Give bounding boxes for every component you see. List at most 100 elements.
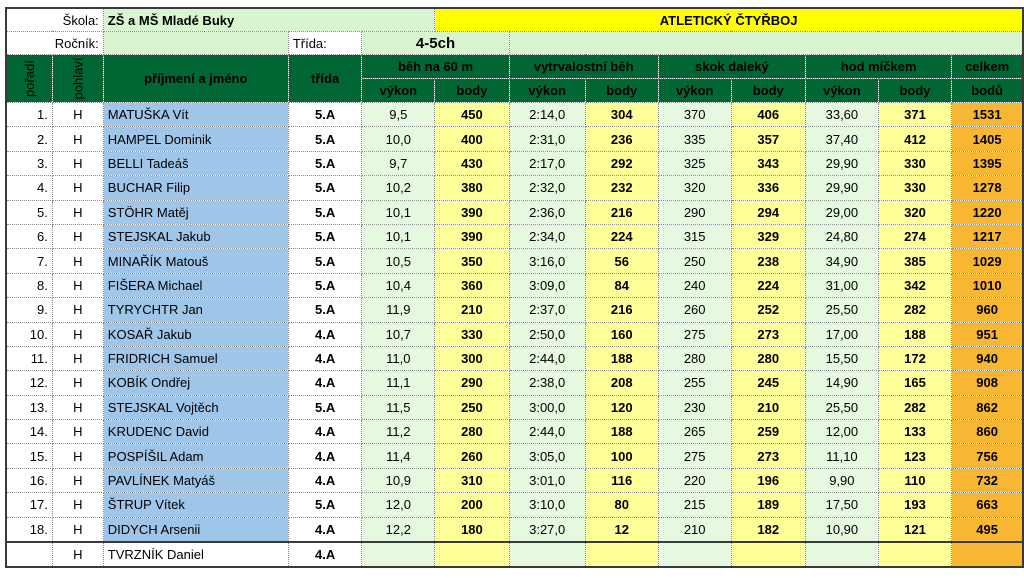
sprint-points-cell[interactable]: 210 [434, 297, 510, 323]
ball-throw-performance-cell[interactable]: 33,60 [805, 102, 879, 128]
sprint-performance-cell[interactable]: 9,5 [361, 102, 436, 128]
gender-cell[interactable]: H [52, 517, 104, 543]
ball-throw-performance-cell[interactable]: 10,90 [805, 517, 879, 543]
class-value[interactable]: 4-5ch [361, 31, 510, 55]
ball-throw-performance-cell[interactable]: 12,00 [805, 419, 879, 445]
class-cell[interactable]: 5.A [288, 297, 363, 323]
sprint-performance-cell[interactable]: 10,0 [361, 126, 436, 152]
rank-cell[interactable]: 16. [6, 468, 53, 494]
ball-throw-points-cell[interactable]: 330 [878, 151, 953, 177]
endurance-performance-cell[interactable]: 3:16,0 [509, 248, 586, 274]
rank-cell[interactable]: 17. [6, 492, 53, 518]
sprint-points-cell[interactable]: 200 [434, 492, 510, 518]
gender-cell[interactable]: H [52, 395, 104, 421]
gender-cell[interactable]: H [52, 322, 104, 347]
endurance-performance-cell[interactable]: 2:31,0 [509, 126, 586, 152]
endurance-performance-cell[interactable]: 3:05,0 [509, 443, 586, 469]
endurance-performance-cell[interactable]: 2:37,0 [509, 297, 586, 323]
sprint-performance-cell[interactable]: 10,4 [361, 273, 436, 299]
long-jump-points-cell[interactable]: 273 [731, 443, 806, 469]
long-jump-performance-cell[interactable] [658, 541, 732, 568]
long-jump-performance-cell[interactable]: 265 [658, 419, 732, 445]
long-jump-points-cell[interactable]: 406 [731, 102, 806, 128]
long-jump-performance-cell[interactable]: 230 [658, 395, 732, 421]
long-jump-points-cell[interactable]: 336 [731, 175, 806, 201]
sprint-performance-cell[interactable]: 12,0 [361, 492, 436, 518]
gender-cell[interactable]: H [52, 492, 104, 518]
ball-throw-points-cell[interactable]: 330 [878, 175, 953, 201]
rank-cell[interactable]: 1. [6, 102, 53, 128]
total-points-cell[interactable]: 1531 [951, 102, 1024, 128]
long-jump-performance-cell[interactable]: 215 [658, 492, 732, 518]
class-cell[interactable]: 5.A [288, 273, 363, 299]
class-cell[interactable]: 4.A [288, 370, 363, 396]
total-points-cell[interactable]: 1395 [951, 151, 1024, 177]
ball-throw-points-cell[interactable]: 193 [878, 492, 953, 518]
long-jump-performance-cell[interactable]: 220 [658, 468, 732, 494]
long-jump-points-cell[interactable]: 245 [731, 370, 806, 396]
gender-cell[interactable]: H [52, 419, 104, 445]
sprint-performance-cell[interactable]: 10,1 [361, 224, 436, 250]
class-cell[interactable]: 5.A [288, 200, 363, 225]
rank-cell[interactable]: 8. [6, 273, 53, 299]
endurance-points-cell[interactable]: 236 [585, 126, 659, 152]
ball-throw-performance-cell[interactable]: 9,90 [805, 468, 879, 494]
endurance-points-cell[interactable]: 100 [585, 443, 659, 469]
long-jump-points-cell[interactable]: 259 [731, 419, 806, 445]
year-value[interactable] [103, 31, 289, 55]
long-jump-points-cell[interactable]: 224 [731, 273, 806, 299]
long-jump-points-cell[interactable] [731, 541, 806, 568]
long-jump-performance-cell[interactable]: 315 [658, 224, 732, 250]
long-jump-points-cell[interactable]: 252 [731, 297, 806, 323]
class-cell[interactable]: 4.A [288, 541, 363, 568]
total-points-cell[interactable]: 862 [951, 395, 1024, 421]
ball-throw-points-cell[interactable]: 385 [878, 248, 953, 274]
ball-throw-performance-cell[interactable]: 17,00 [805, 322, 879, 347]
class-cell[interactable]: 4.A [288, 346, 363, 372]
long-jump-points-cell[interactable]: 238 [731, 248, 806, 274]
total-points-cell[interactable]: 860 [951, 419, 1024, 445]
class-cell[interactable]: 4.A [288, 443, 363, 469]
sprint-performance-cell[interactable]: 11,2 [361, 419, 436, 445]
ball-throw-points-cell[interactable]: 188 [878, 322, 953, 347]
rank-cell[interactable]: 15. [6, 443, 53, 469]
gender-cell[interactable]: H [52, 151, 104, 177]
sprint-performance-cell[interactable]: 10,9 [361, 468, 436, 494]
endurance-points-cell[interactable]: 224 [585, 224, 659, 250]
endurance-performance-cell[interactable]: 2:50,0 [509, 322, 586, 347]
name-cell[interactable]: BUCHAR Filip [103, 175, 289, 201]
endurance-performance-cell[interactable]: 2:36,0 [509, 200, 586, 225]
event-title[interactable]: ATLETICKÝ ČTYŘBOJ [434, 8, 1024, 32]
ball-throw-performance-cell[interactable]: 25,50 [805, 297, 879, 323]
endurance-points-cell[interactable]: 84 [585, 273, 659, 299]
long-jump-performance-cell[interactable]: 260 [658, 297, 732, 323]
sprint-points-cell[interactable]: 260 [434, 443, 510, 469]
long-jump-points-cell[interactable]: 182 [731, 517, 806, 543]
name-cell[interactable]: FIŠERA Michael [103, 273, 289, 299]
long-jump-points-cell[interactable]: 280 [731, 346, 806, 372]
gender-cell[interactable]: H [52, 541, 104, 568]
class-cell[interactable]: 5.A [288, 492, 363, 518]
ball-throw-performance-cell[interactable]: 34,90 [805, 248, 879, 274]
gender-cell[interactable]: H [52, 224, 104, 250]
long-jump-performance-cell[interactable]: 255 [658, 370, 732, 396]
endurance-points-cell[interactable]: 292 [585, 151, 659, 177]
gender-cell[interactable]: H [52, 175, 104, 201]
sprint-points-cell[interactable]: 300 [434, 346, 510, 372]
rank-cell[interactable]: 7. [6, 248, 53, 274]
gender-cell[interactable]: H [52, 370, 104, 396]
long-jump-points-cell[interactable]: 294 [731, 200, 806, 225]
class-cell[interactable]: 5.A [288, 248, 363, 274]
sprint-points-cell[interactable]: 350 [434, 248, 510, 274]
endurance-performance-cell[interactable]: 2:32,0 [509, 175, 586, 201]
endurance-points-cell[interactable]: 12 [585, 517, 659, 543]
ball-throw-performance-cell[interactable]: 15,50 [805, 346, 879, 372]
ball-throw-points-cell[interactable]: 342 [878, 273, 953, 299]
sprint-points-cell[interactable]: 430 [434, 151, 510, 177]
class-cell[interactable]: 5.A [288, 395, 363, 421]
sprint-points-cell[interactable] [434, 541, 510, 568]
ball-throw-points-cell[interactable]: 133 [878, 419, 953, 445]
endurance-points-cell[interactable]: 232 [585, 175, 659, 201]
gender-cell[interactable]: H [52, 126, 104, 152]
sprint-points-cell[interactable]: 360 [434, 273, 510, 299]
